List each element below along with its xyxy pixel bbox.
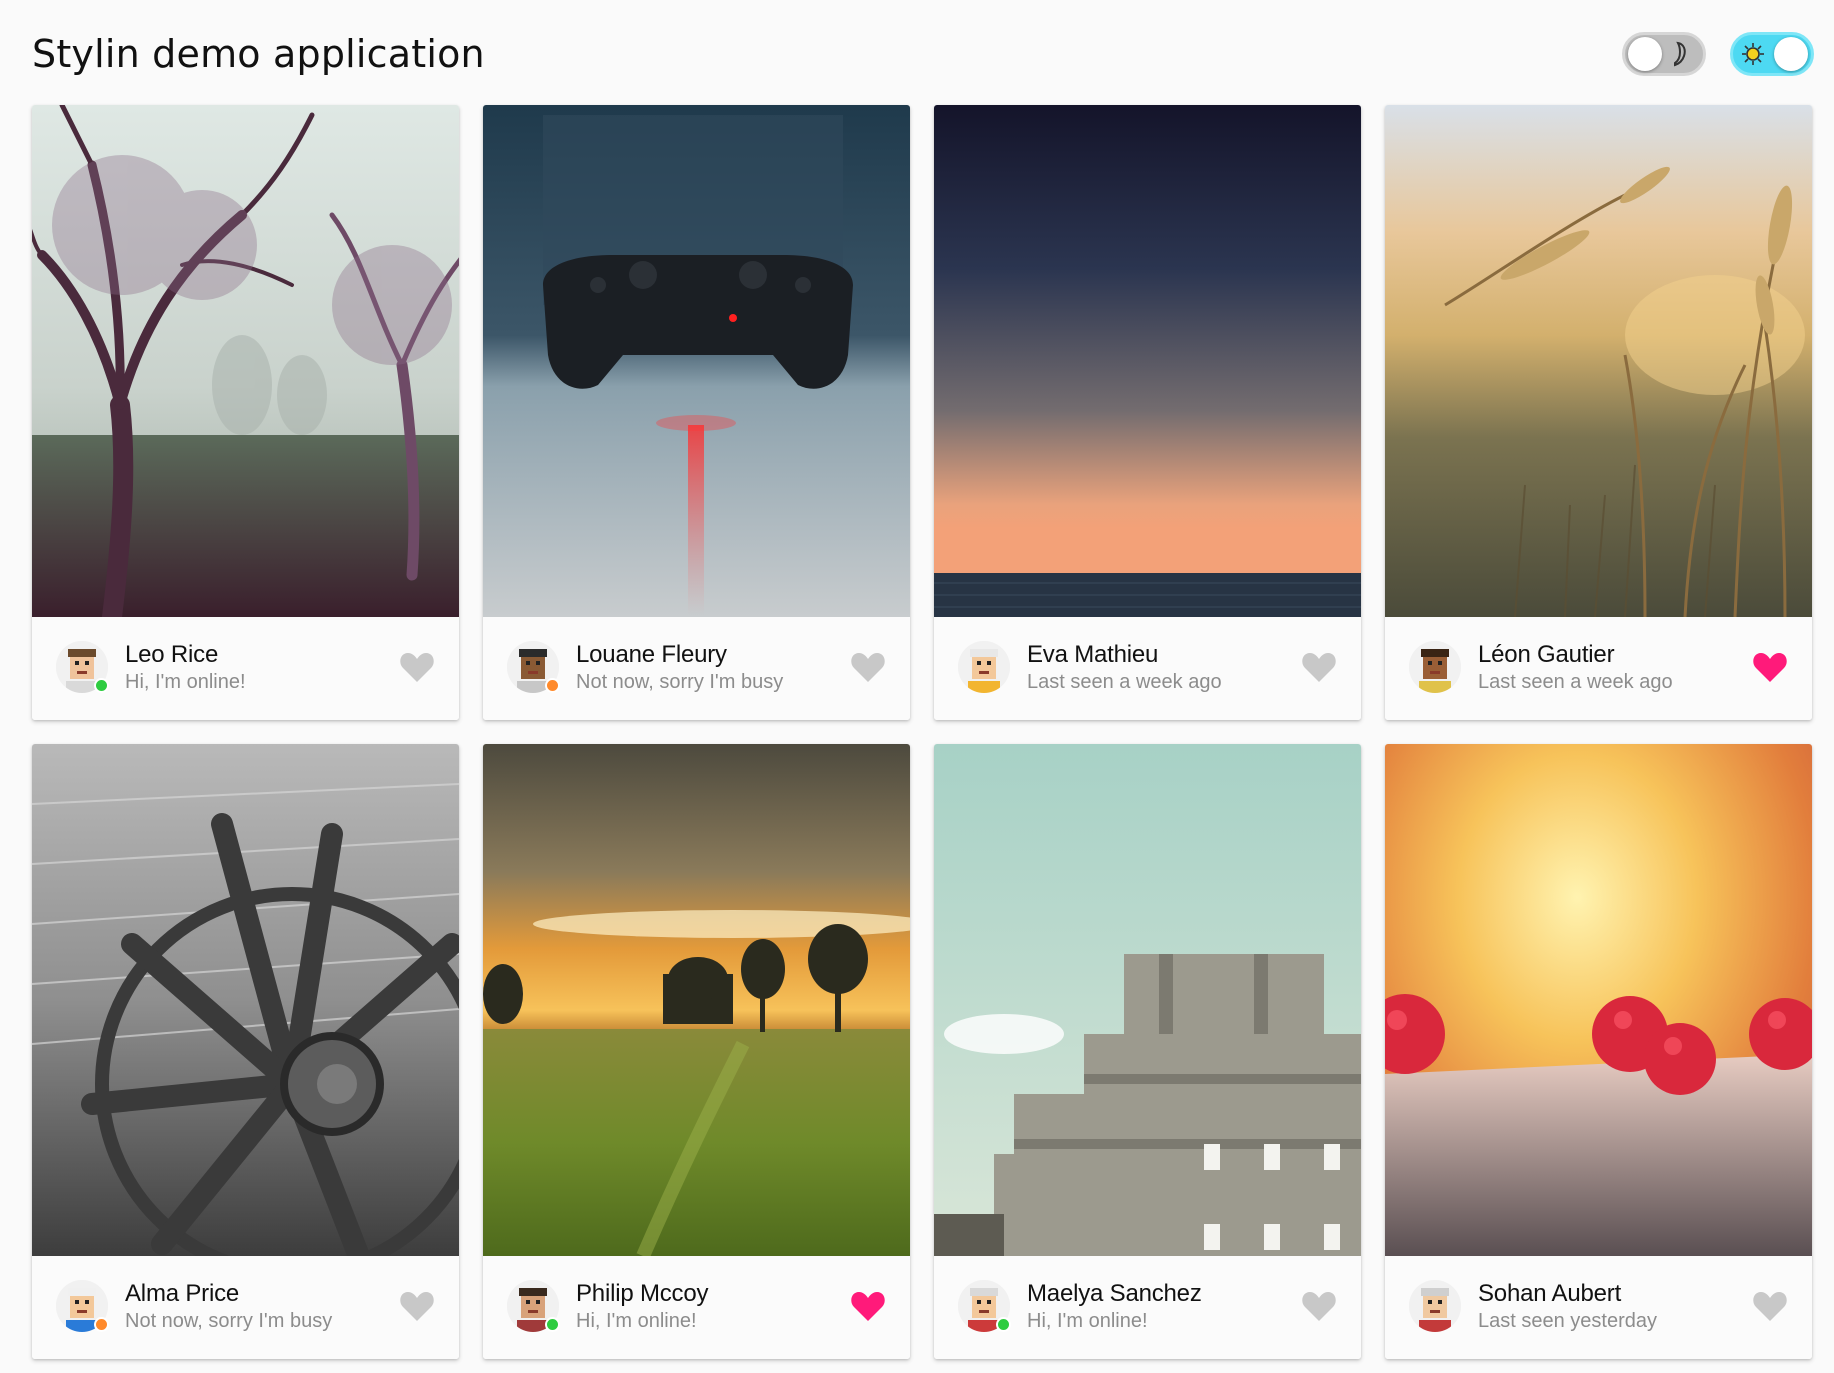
- card-photo-sunset-sea[interactable]: [934, 105, 1361, 617]
- user-status: Not now, sorry I'm busy: [125, 1310, 333, 1332]
- user-status: Hi, I'm online!: [1027, 1310, 1148, 1332]
- card-footer: Maelya Sanchez Hi, I'm online!: [934, 1256, 1361, 1359]
- user-name: Maelya Sanchez: [1027, 1280, 1202, 1307]
- avatar[interactable]: [958, 1280, 1011, 1332]
- user-name: Leo Rice: [125, 641, 219, 668]
- like-heart-icon[interactable]: [399, 1289, 435, 1323]
- liked-heart-icon[interactable]: [1752, 650, 1788, 684]
- toggle-knob: [1774, 37, 1808, 71]
- user-name: Eva Mathieu: [1027, 641, 1159, 668]
- presence-online-indicator: [545, 1317, 560, 1332]
- user-status: Hi, I'm online!: [576, 1310, 697, 1332]
- avatar[interactable]: [56, 641, 109, 693]
- profile-card-louane-fleury[interactable]: Louane Fleury Not now, sorry I'm busy: [483, 105, 910, 720]
- toggle-knob: [1628, 37, 1662, 71]
- like-heart-icon[interactable]: [1752, 1289, 1788, 1323]
- user-status: Last seen a week ago: [1478, 671, 1673, 693]
- app-root: Stylin demo application Leo Rice Hi, I'm…: [0, 0, 1834, 1373]
- liked-heart-icon[interactable]: [850, 1289, 886, 1323]
- profile-card-leon-gautier[interactable]: Léon Gautier Last seen a week ago: [1385, 105, 1812, 720]
- profile-card-grid: Leo Rice Hi, I'm online! Louane Fleury N…: [32, 105, 1817, 1359]
- profile-card-philip-mccoy[interactable]: Philip Mccoy Hi, I'm online!: [483, 744, 910, 1359]
- user-name: Sohan Aubert: [1478, 1280, 1622, 1307]
- card-footer: Eva Mathieu Last seen a week ago: [934, 617, 1361, 720]
- avatar[interactable]: [1409, 641, 1461, 693]
- card-photo-sunset-field[interactable]: [483, 744, 910, 1256]
- moon-icon: [1668, 41, 1694, 67]
- user-status: Last seen yesterday: [1478, 1310, 1657, 1332]
- card-photo-game-controller[interactable]: [483, 105, 910, 617]
- card-photo-raspberries[interactable]: [1385, 744, 1812, 1256]
- profile-card-eva-mathieu[interactable]: Eva Mathieu Last seen a week ago: [934, 105, 1361, 720]
- light-mode-toggle[interactable]: [1730, 32, 1814, 76]
- app-title: Stylin demo application: [32, 32, 485, 76]
- avatar[interactable]: [507, 641, 560, 693]
- user-status: Hi, I'm online!: [125, 671, 246, 693]
- profile-card-alma-price[interactable]: Alma Price Not now, sorry I'm busy: [32, 744, 459, 1359]
- profile-card-maelya-sanchez[interactable]: Maelya Sanchez Hi, I'm online!: [934, 744, 1361, 1359]
- profile-card-sohan-aubert[interactable]: Sohan Aubert Last seen yesterday: [1385, 744, 1812, 1359]
- card-footer: Sohan Aubert Last seen yesterday: [1385, 1256, 1812, 1359]
- presence-busy-indicator: [94, 1317, 109, 1332]
- card-photo-wheat-field[interactable]: [1385, 105, 1812, 617]
- presence-online-indicator: [94, 678, 109, 693]
- like-heart-icon[interactable]: [1301, 1289, 1337, 1323]
- avatar[interactable]: [507, 1280, 560, 1332]
- profile-card-leo-rice[interactable]: Leo Rice Hi, I'm online!: [32, 105, 459, 720]
- avatar[interactable]: [1409, 1280, 1461, 1332]
- user-name: Léon Gautier: [1478, 641, 1615, 668]
- card-footer: Philip Mccoy Hi, I'm online!: [483, 1256, 910, 1359]
- user-name: Philip Mccoy: [576, 1280, 709, 1307]
- user-name: Alma Price: [125, 1280, 240, 1307]
- user-status: Not now, sorry I'm busy: [576, 671, 784, 693]
- top-bar: Stylin demo application: [32, 22, 1814, 86]
- card-photo-concrete-bunker[interactable]: [934, 744, 1361, 1256]
- like-heart-icon[interactable]: [1301, 650, 1337, 684]
- card-footer: Louane Fleury Not now, sorry I'm busy: [483, 617, 910, 720]
- card-footer: Leo Rice Hi, I'm online!: [32, 617, 459, 720]
- presence-online-indicator: [996, 1317, 1011, 1332]
- like-heart-icon[interactable]: [850, 650, 886, 684]
- card-footer: Léon Gautier Last seen a week ago: [1385, 617, 1812, 720]
- card-photo-wagon-wheel[interactable]: [32, 744, 459, 1256]
- user-name: Louane Fleury: [576, 641, 727, 668]
- avatar[interactable]: [56, 1280, 109, 1332]
- card-footer: Alma Price Not now, sorry I'm busy: [32, 1256, 459, 1359]
- presence-busy-indicator: [545, 678, 560, 693]
- user-status: Last seen a week ago: [1027, 671, 1222, 693]
- like-heart-icon[interactable]: [399, 650, 435, 684]
- sun-icon: [1740, 41, 1766, 67]
- dark-mode-toggle[interactable]: [1622, 32, 1706, 76]
- card-photo-foggy-trees[interactable]: [32, 105, 459, 617]
- avatar[interactable]: [958, 641, 1010, 693]
